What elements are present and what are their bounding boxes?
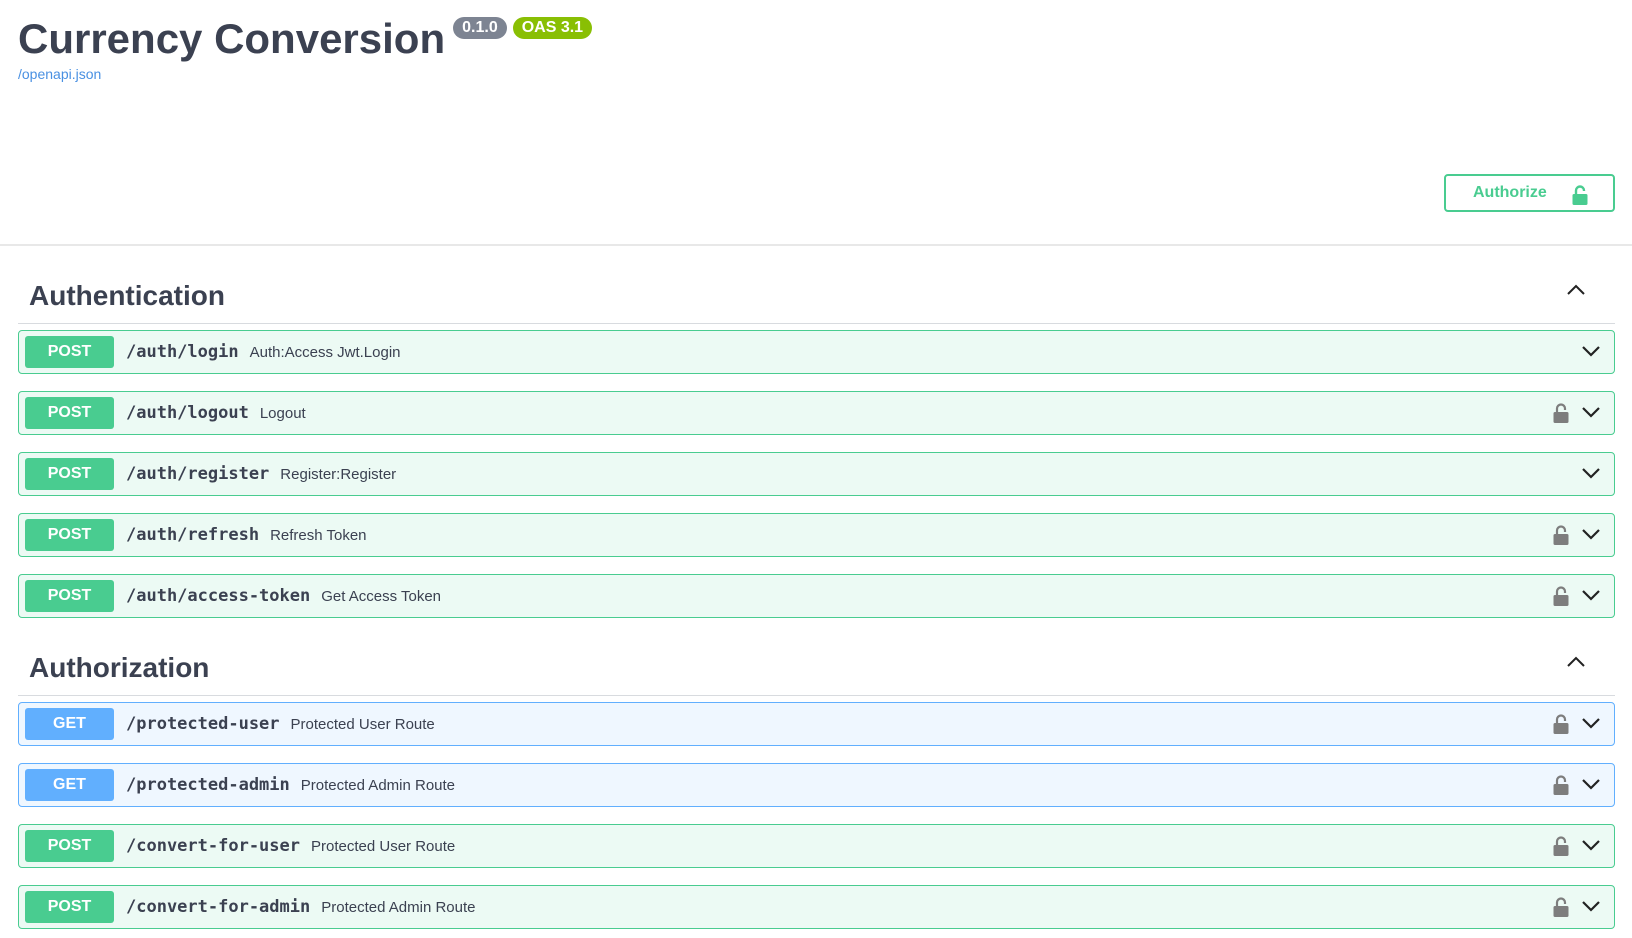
tag-section-header[interactable]: Authorization [18, 618, 1615, 696]
method-badge: POST [25, 397, 114, 429]
operation-path: /auth/refresh [126, 525, 260, 545]
tag-section-authorization: Authorization GET/protected-user Protected… [18, 618, 1615, 929]
operation-post-auth-logout[interactable]: POST/auth/logout Logout [18, 391, 1615, 435]
method-badge: POST [25, 580, 114, 612]
lock-icon[interactable] [1552, 835, 1570, 862]
chevron-up-icon[interactable] [1566, 655, 1586, 674]
operation-get-protected-user[interactable]: GET/protected-user Protected User Route [18, 702, 1615, 746]
chevron-down-icon[interactable] [1581, 527, 1601, 546]
chevron-down-icon[interactable] [1581, 899, 1601, 918]
operation-post-convert-for-user[interactable]: POST/convert-for-user Protected User Rout… [18, 824, 1615, 868]
method-badge: POST [25, 336, 114, 368]
operation-post-auth-refresh[interactable]: POST/auth/refresh Refresh Token [18, 513, 1615, 557]
unlocked-icon [1570, 184, 1590, 211]
operation-summary: Auth:Access Jwt.Login [249, 343, 401, 361]
chevron-down-icon[interactable] [1581, 466, 1601, 485]
method-badge: POST [25, 830, 114, 862]
operation-path: /protected-admin [126, 775, 290, 795]
chevron-down-icon[interactable] [1581, 344, 1601, 363]
operation-path: /auth/logout [126, 403, 249, 423]
chevron-up-icon[interactable] [1566, 283, 1586, 302]
operation-summary: Refresh Token [270, 526, 367, 544]
method-badge: POST [25, 519, 114, 551]
tag-section-authentication: Authentication POST/auth/login Auth:Access… [18, 246, 1615, 618]
operation-summary: Register:Register [280, 465, 397, 483]
operation-post-auth-register[interactable]: POST/auth/register Register:Register [18, 452, 1615, 496]
chevron-down-icon[interactable] [1581, 838, 1601, 857]
operation-summary: Get Access Token [321, 587, 442, 605]
lock-icon[interactable] [1552, 585, 1570, 612]
chevron-down-icon[interactable] [1581, 405, 1601, 424]
openapi-spec-link[interactable]: /openapi.json [18, 66, 101, 82]
operation-path: /convert-for-user [126, 836, 300, 856]
lock-icon[interactable] [1552, 402, 1570, 429]
lock-icon[interactable] [1552, 774, 1570, 801]
chevron-down-icon[interactable] [1581, 716, 1601, 735]
authorize-label: Authorize [1473, 184, 1547, 201]
operation-summary: Protected Admin Route [321, 898, 476, 916]
operation-post-auth-access-token[interactable]: POST/auth/access-token Get Access Token [18, 574, 1615, 618]
authorize-button[interactable]: Authorize [1444, 174, 1615, 212]
tag-section-header[interactable]: Authentication [18, 246, 1615, 324]
lock-icon[interactable] [1552, 713, 1570, 740]
operation-post-convert-for-admin[interactable]: POST/convert-for-admin Protected Admin Ro… [18, 885, 1615, 929]
api-title: Currency Conversion [18, 15, 446, 62]
section-title: Authorization [29, 652, 210, 683]
method-badge: POST [25, 458, 114, 490]
operation-path: /auth/login [126, 342, 239, 362]
operation-post-auth-login[interactable]: POST/auth/login Auth:Access Jwt.Login [18, 330, 1615, 374]
section-title: Authentication [29, 280, 225, 311]
operation-summary: Protected User Route [311, 837, 456, 855]
version-badge: 0.1.0 [453, 17, 507, 39]
method-badge: POST [25, 891, 114, 923]
lock-icon[interactable] [1552, 896, 1570, 923]
api-info-header: Currency Conversion 0.1.0 OAS 3.1 /opena… [0, 0, 1632, 246]
chevron-down-icon[interactable] [1581, 588, 1601, 607]
operation-summary: Protected Admin Route [300, 776, 456, 794]
chevron-down-icon[interactable] [1581, 777, 1601, 796]
oas-badge: OAS 3.1 [512, 17, 593, 39]
operation-path: /convert-for-admin [126, 897, 311, 917]
method-badge: GET [25, 769, 114, 801]
operation-get-protected-admin[interactable]: GET/protected-admin Protected Admin Route [18, 763, 1615, 807]
operation-path: /auth/register [126, 464, 270, 484]
operation-summary: Logout [259, 404, 306, 422]
operation-path: /protected-user [126, 714, 280, 734]
operation-summary: Protected User Route [290, 715, 435, 733]
lock-icon[interactable] [1552, 524, 1570, 551]
method-badge: GET [25, 708, 114, 740]
title-row: Currency Conversion 0.1.0 OAS 3.1 [18, 14, 593, 64]
operation-path: /auth/access-token [126, 586, 311, 606]
